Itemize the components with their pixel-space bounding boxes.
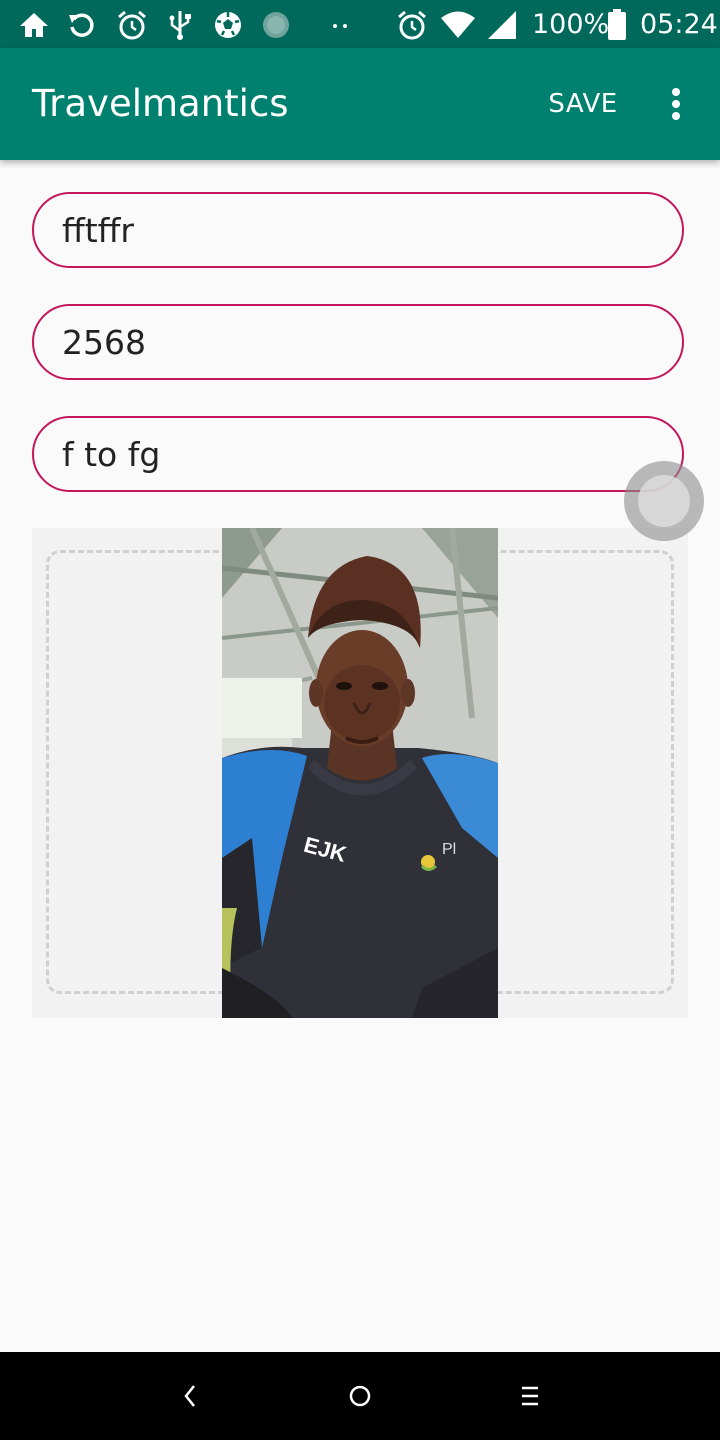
battery-percent: 100% xyxy=(532,9,610,40)
more-vert-icon[interactable] xyxy=(656,84,696,124)
recents-icon[interactable] xyxy=(510,1376,550,1416)
price-input-value: 2568 xyxy=(62,323,146,362)
navigation-bar xyxy=(0,1352,720,1440)
spinner-icon xyxy=(263,12,289,38)
touch-indicator xyxy=(624,461,704,541)
jersey-text: Pl xyxy=(442,841,456,858)
image-container[interactable]: EJK Pl xyxy=(32,528,688,1018)
status-bar: 100% 05:24 xyxy=(0,0,720,48)
signal-icon xyxy=(488,11,516,39)
save-button[interactable]: SAVE xyxy=(534,76,632,132)
back-icon[interactable] xyxy=(170,1376,210,1416)
app-bar: Travelmantics SAVE xyxy=(0,48,720,160)
app-title: Travelmantics xyxy=(32,82,289,125)
home-icon xyxy=(20,13,48,37)
clock: 05:24 xyxy=(640,9,718,40)
alarm-icon xyxy=(398,10,426,40)
wifi-icon xyxy=(441,11,475,38)
home-circle-icon[interactable] xyxy=(340,1376,380,1416)
sync-icon xyxy=(69,13,94,37)
more-dots-icon xyxy=(333,24,347,28)
description-input-value: f to fg xyxy=(62,435,161,474)
usb-icon xyxy=(169,11,191,40)
soccer-ball-icon xyxy=(215,12,241,38)
title-field[interactable]: fftffr xyxy=(32,192,684,268)
description-field[interactable]: f to fg xyxy=(32,416,684,492)
battery-icon xyxy=(608,9,626,40)
selfie-photo: EJK Pl xyxy=(222,528,498,1018)
title-input-value: fftffr xyxy=(62,211,134,250)
price-field[interactable]: 2568 xyxy=(32,304,684,380)
alarm-icon xyxy=(118,10,146,40)
